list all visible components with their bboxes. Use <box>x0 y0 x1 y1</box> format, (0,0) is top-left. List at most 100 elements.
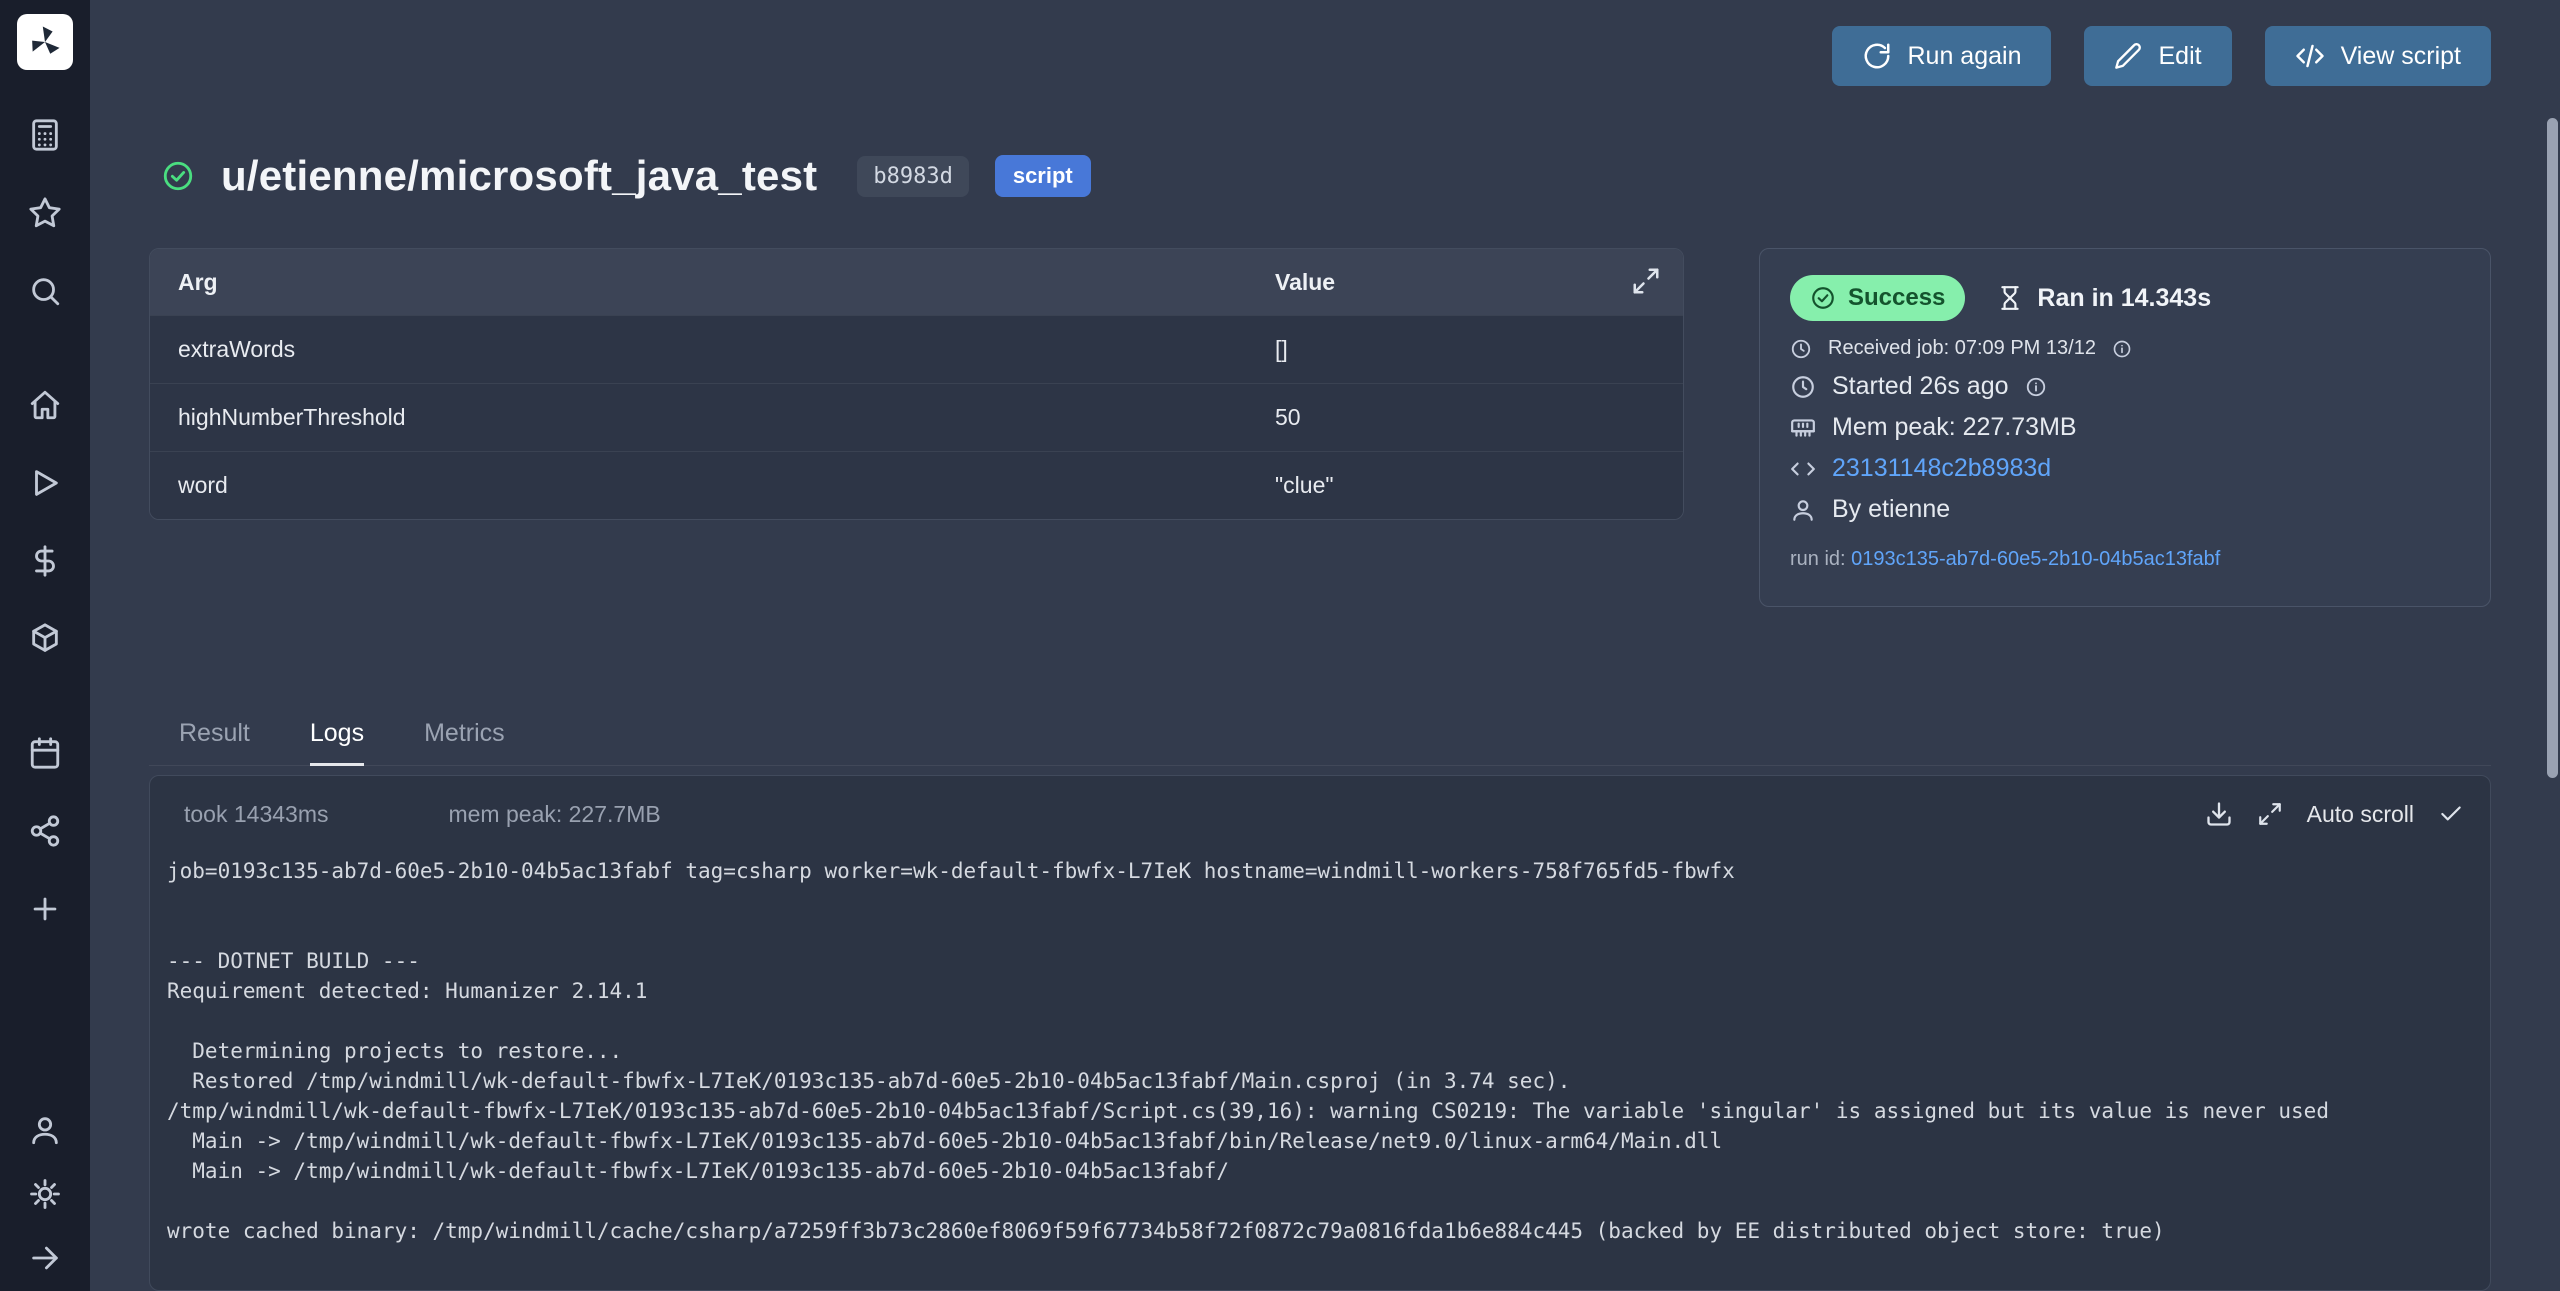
sidebar-item-variables[interactable] <box>28 544 62 578</box>
sidebar-item-apps[interactable] <box>28 118 62 152</box>
args-table: Arg Value extraWords [] highNumberThresh… <box>149 248 1684 520</box>
received-job-row: Received job: 07:09 PM 13/12 <box>1790 337 2460 360</box>
auto-scroll-checkbox[interactable] <box>2438 801 2464 827</box>
status-row: Success Ran in 14.343s <box>1790 275 2460 321</box>
tab-result[interactable]: Result <box>179 719 250 766</box>
logs-panel: took 14343ms mem peak: 227.7MB Auto scro… <box>149 775 2491 1291</box>
network-icon <box>28 814 62 848</box>
code-icon <box>2295 41 2325 71</box>
run-id-label: run id: <box>1790 548 1846 570</box>
by-user-row: By etienne <box>1790 495 2460 524</box>
memory-icon <box>1790 415 1816 441</box>
star-icon <box>28 196 62 230</box>
pencil-icon <box>2114 42 2142 70</box>
title-row: u/etienne/microsoft_java_test b8983d scr… <box>149 152 2491 200</box>
ran-in-label: Ran in 14.343s <box>2037 284 2211 313</box>
summary-row: Arg Value extraWords [] highNumberThresh… <box>149 248 2491 607</box>
sidebar-item-settings[interactable] <box>28 1177 62 1211</box>
scrollbar-thumb[interactable] <box>2547 118 2558 778</box>
sidebar-item-expand[interactable] <box>28 1241 62 1275</box>
dollar-icon <box>28 544 62 578</box>
window-scrollbar <box>2547 0 2558 1291</box>
clock-icon <box>1790 374 1816 400</box>
run-again-button[interactable]: Run again <box>1832 26 2052 86</box>
sidebar-item-triggers[interactable] <box>28 814 62 848</box>
search-icon <box>28 274 62 308</box>
clock-icon <box>1790 338 1812 360</box>
run-id-link[interactable]: 0193c135-ab7d-60e5-2b10-04b5ac13fabf <box>1851 548 2220 570</box>
sidebar-item-create[interactable] <box>28 892 62 926</box>
script-hash-link[interactable]: 23131148c2b8983d <box>1832 454 2051 483</box>
sidebar-item-favorites[interactable] <box>28 196 62 230</box>
play-icon <box>28 466 62 500</box>
edit-label: Edit <box>2158 42 2201 71</box>
arg-name: extraWords <box>150 336 1247 363</box>
resources-cube-icon <box>28 622 62 656</box>
sidebar-bottom-group <box>28 1083 62 1275</box>
arg-value: [] <box>1247 336 1683 363</box>
arg-value: "clue" <box>1247 472 1683 499</box>
status-badge: Success <box>1790 275 1965 321</box>
action-toolbar: Run again Edit View script <box>149 26 2491 86</box>
logs-mem-peak-label: mem peak: 227.7MB <box>448 801 660 828</box>
logs-meta-bar: took 14343ms mem peak: 227.7MB Auto scro… <box>150 800 2490 828</box>
app-window: Run again Edit View script <box>0 0 2560 1291</box>
table-row: highNumberThreshold 50 <box>150 383 1683 451</box>
run-again-label: Run again <box>1908 42 2022 71</box>
table-row: word "clue" <box>150 451 1683 519</box>
hourglass-icon <box>1997 285 2023 311</box>
sidebar-item-schedules[interactable] <box>28 736 62 770</box>
version-hash-badge: b8983d <box>857 156 968 197</box>
args-col-value: Value <box>1247 269 1683 296</box>
info-icon[interactable] <box>2025 376 2047 398</box>
script-kind-badge: script <box>995 155 1091 197</box>
tab-logs[interactable]: Logs <box>310 719 364 766</box>
table-row: extraWords [] <box>150 315 1683 383</box>
sidebar-item-resources[interactable] <box>28 622 62 656</box>
status-label: Success <box>1848 284 1945 312</box>
success-check-icon <box>161 159 195 193</box>
logs-actions: Auto scroll <box>2205 800 2464 828</box>
job-status-card: Success Ran in 14.343s <box>1759 248 2491 607</box>
arg-value: 50 <box>1247 404 1683 431</box>
ran-in-duration: Ran in 14.343s <box>1997 284 2211 313</box>
calculator-icon <box>28 118 62 152</box>
edit-button[interactable]: Edit <box>2084 26 2231 86</box>
args-table-header: Arg Value <box>150 249 1683 315</box>
log-output: job=0193c135-ab7d-60e5-2b10-04b5ac13fabf… <box>150 856 2490 1270</box>
view-script-label: View script <box>2341 42 2461 71</box>
maximize-icon[interactable] <box>2257 801 2283 827</box>
mem-peak-label: Mem peak: 227.73MB <box>1832 413 2077 442</box>
arg-name: highNumberThreshold <box>150 404 1247 431</box>
home-icon <box>28 388 62 422</box>
expand-args-button[interactable] <box>1631 266 1661 296</box>
user-icon <box>1790 497 1816 523</box>
arrow-right-icon <box>28 1241 62 1275</box>
maximize-icon <box>1631 266 1661 296</box>
args-col-arg: Arg <box>150 269 1247 296</box>
info-icon[interactable] <box>2112 339 2132 359</box>
mem-peak-row: Mem peak: 227.73MB <box>1790 413 2460 442</box>
by-user-label: By etienne <box>1832 495 1950 524</box>
download-icon[interactable] <box>2205 800 2233 828</box>
page-title: u/etienne/microsoft_java_test <box>221 152 817 200</box>
sidebar-item-runs[interactable] <box>28 466 62 500</box>
tab-metrics[interactable]: Metrics <box>424 719 505 766</box>
auto-scroll-label: Auto scroll <box>2307 801 2414 828</box>
gear-icon <box>28 1177 62 1211</box>
arg-name: word <box>150 472 1247 499</box>
result-tabs: Result Logs Metrics <box>149 719 2491 766</box>
started-label: Started 26s ago <box>1832 372 2009 401</box>
script-hash-row: 23131148c2b8983d <box>1790 454 2460 483</box>
sidebar-item-account[interactable] <box>28 1113 62 1147</box>
refresh-icon <box>1862 41 1892 71</box>
sidebar-item-home[interactable] <box>28 388 62 422</box>
main-content: Run again Edit View script <box>90 0 2560 1291</box>
received-job-label: Received job: 07:09 PM 13/12 <box>1828 337 2096 360</box>
plus-icon <box>28 892 62 926</box>
windmill-logo[interactable] <box>17 14 73 70</box>
view-script-button[interactable]: View script <box>2265 26 2491 86</box>
sidebar-item-search[interactable] <box>28 274 62 308</box>
sidebar <box>0 0 90 1291</box>
calendar-icon <box>28 736 62 770</box>
